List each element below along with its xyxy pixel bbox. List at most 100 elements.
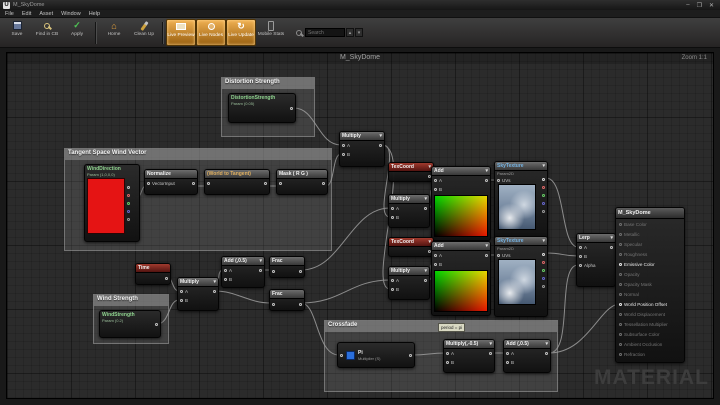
menu-window[interactable]: Window bbox=[61, 11, 81, 17]
pin-output[interactable] bbox=[424, 207, 427, 210]
node-add-crossfade[interactable]: Add (,0.5) A B bbox=[503, 339, 551, 373]
pin-output-b[interactable] bbox=[542, 202, 545, 205]
pin-input-a[interactable] bbox=[224, 269, 227, 272]
search-next-button[interactable]: ▾ bbox=[355, 28, 363, 37]
pin-output[interactable] bbox=[155, 323, 158, 326]
pin-output-rgb[interactable] bbox=[542, 178, 545, 181]
output-pin-opacity-mask[interactable]: Opacity Mask bbox=[616, 279, 684, 289]
output-pin-roughness[interactable]: Roughness bbox=[616, 249, 684, 259]
output-pin-tessellation-multiplier[interactable]: Tessellation Multiplier bbox=[616, 319, 684, 329]
node-time[interactable]: Time bbox=[135, 263, 171, 285]
pin-input-b[interactable] bbox=[506, 361, 509, 364]
pin-input-b[interactable] bbox=[391, 288, 394, 291]
pin-input-a[interactable] bbox=[506, 352, 509, 355]
pin-output[interactable] bbox=[485, 254, 488, 257]
output-pin-ambient-occlusion[interactable]: Ambient Occlusion bbox=[616, 339, 684, 349]
pin-output-r[interactable] bbox=[127, 194, 130, 197]
menu-file[interactable]: File bbox=[5, 11, 14, 17]
clean-up-button[interactable]: Clean Up bbox=[129, 19, 159, 46]
node-multiply-crossfade[interactable]: Multiply(,-0.5) A B bbox=[443, 339, 495, 373]
pin-input-a[interactable] bbox=[342, 144, 345, 147]
pin-output[interactable] bbox=[322, 182, 325, 185]
pin-input-b[interactable] bbox=[434, 263, 437, 266]
node-skytexture-2[interactable]: SkyTexture Param2D UVs bbox=[494, 236, 548, 317]
pin-output[interactable] bbox=[489, 352, 492, 355]
pin-input-a[interactable] bbox=[434, 179, 437, 182]
node-add-phase[interactable]: Add (,0.5) A B bbox=[221, 256, 265, 288]
node-normalize[interactable]: Normalize VectorInput bbox=[144, 169, 198, 195]
pin-output-b[interactable] bbox=[542, 277, 545, 280]
pin-output-r[interactable] bbox=[542, 186, 545, 189]
node-add-uv1[interactable]: Add A B bbox=[431, 166, 491, 241]
output-pin-world-position-offset[interactable]: World Position Offset bbox=[616, 299, 684, 309]
pin-input[interactable] bbox=[272, 270, 275, 273]
pin-input-b[interactable] bbox=[224, 278, 227, 281]
node-winddirection-param[interactable]: WindDirection Param (1,0,0,0) bbox=[84, 164, 140, 242]
pin-output-a[interactable] bbox=[542, 285, 545, 288]
output-pin-specular[interactable]: Specular bbox=[616, 239, 684, 249]
pin-input-uvs[interactable] bbox=[497, 179, 500, 182]
output-pin-world-displacement[interactable]: World Displacement bbox=[616, 309, 684, 319]
node-pi-function[interactable]: Pi Multiplier (S) bbox=[337, 342, 415, 368]
pin-input[interactable] bbox=[207, 182, 210, 185]
node-world-to-tangent[interactable]: (World to Tangent) bbox=[204, 169, 270, 195]
apply-button[interactable]: ✓ Apply bbox=[62, 19, 92, 46]
node-skytexture-1[interactable]: SkyTexture Param2D UVs bbox=[494, 161, 548, 242]
output-pin-subsurface-color[interactable]: Subsurface Color bbox=[616, 329, 684, 339]
node-windstrength-param[interactable]: WindStrength Param (0.2) bbox=[99, 310, 161, 338]
node-frac-1[interactable]: Frac bbox=[269, 256, 305, 278]
node-multiply-pan2[interactable]: Multiply A B bbox=[388, 266, 430, 300]
pin-input-b[interactable] bbox=[579, 255, 582, 258]
node-material-output[interactable]: M_SkyDome Base Color Metallic Specular R… bbox=[615, 207, 685, 363]
home-button[interactable]: ⌂ Home bbox=[99, 19, 129, 46]
pin-output[interactable] bbox=[165, 277, 168, 280]
pin-output[interactable] bbox=[610, 246, 613, 249]
menu-asset[interactable]: Asset bbox=[39, 11, 53, 17]
search-prev-button[interactable]: ▴ bbox=[346, 28, 354, 37]
pin-output-g[interactable] bbox=[127, 202, 130, 205]
maximize-button[interactable]: ❐ bbox=[697, 2, 702, 9]
pin-input-a[interactable] bbox=[391, 279, 394, 282]
save-button[interactable]: Save bbox=[2, 19, 32, 46]
pin-input-a[interactable] bbox=[391, 207, 394, 210]
pin-output[interactable] bbox=[264, 182, 267, 185]
pin-input-b[interactable] bbox=[446, 361, 449, 364]
pin-input-a[interactable] bbox=[579, 246, 582, 249]
live-preview-button[interactable]: Live Preview bbox=[166, 19, 196, 46]
pin-output-b[interactable] bbox=[127, 210, 130, 213]
pin-output-a[interactable] bbox=[127, 218, 130, 221]
pin-input-a[interactable] bbox=[434, 254, 437, 257]
menu-help[interactable]: Help bbox=[89, 11, 100, 17]
output-pin-base-color[interactable]: Base Color bbox=[616, 219, 684, 229]
minimize-button[interactable]: – bbox=[686, 2, 689, 9]
node-frac-2[interactable]: Frac bbox=[269, 289, 305, 311]
node-add-uv2[interactable]: Add A B bbox=[431, 241, 491, 316]
pin-input-b[interactable] bbox=[342, 153, 345, 156]
live-nodes-button[interactable]: Live Nodes bbox=[196, 19, 226, 46]
node-distortionstrength-param[interactable]: DistortionStrength Param (0.05) bbox=[228, 93, 296, 123]
pin-input-a[interactable] bbox=[180, 290, 183, 293]
node-texcoord-2[interactable]: TexCoord bbox=[388, 237, 434, 257]
pin-output[interactable] bbox=[379, 144, 382, 147]
node-lerp[interactable]: Lerp A B Alpha bbox=[576, 233, 616, 287]
find-in-cb-button[interactable]: Find in CB bbox=[32, 19, 62, 46]
node-multiply-time[interactable]: Multiply A B bbox=[177, 277, 219, 311]
pin-output[interactable] bbox=[545, 352, 548, 355]
pin-output-g[interactable] bbox=[542, 194, 545, 197]
output-pin-opacity[interactable]: Opacity bbox=[616, 269, 684, 279]
pin-output-rgb[interactable] bbox=[542, 253, 545, 256]
pin-input[interactable] bbox=[340, 354, 343, 357]
pin-output[interactable] bbox=[485, 179, 488, 182]
pin-output[interactable] bbox=[259, 269, 262, 272]
node-texcoord-1[interactable]: TexCoord bbox=[388, 162, 434, 182]
output-pin-refraction[interactable]: Refraction bbox=[616, 349, 684, 359]
output-pin-emissive-color[interactable]: Emissive Color bbox=[616, 259, 684, 269]
pin-output[interactable] bbox=[299, 270, 302, 273]
output-pin-metallic[interactable]: Metallic bbox=[616, 229, 684, 239]
pin-output[interactable] bbox=[424, 279, 427, 282]
menu-edit[interactable]: Edit bbox=[22, 11, 31, 17]
close-button[interactable]: ✕ bbox=[709, 2, 714, 9]
pin-input[interactable] bbox=[272, 303, 275, 306]
pin-output[interactable] bbox=[409, 354, 412, 357]
pin-input-uvs[interactable] bbox=[497, 254, 500, 257]
